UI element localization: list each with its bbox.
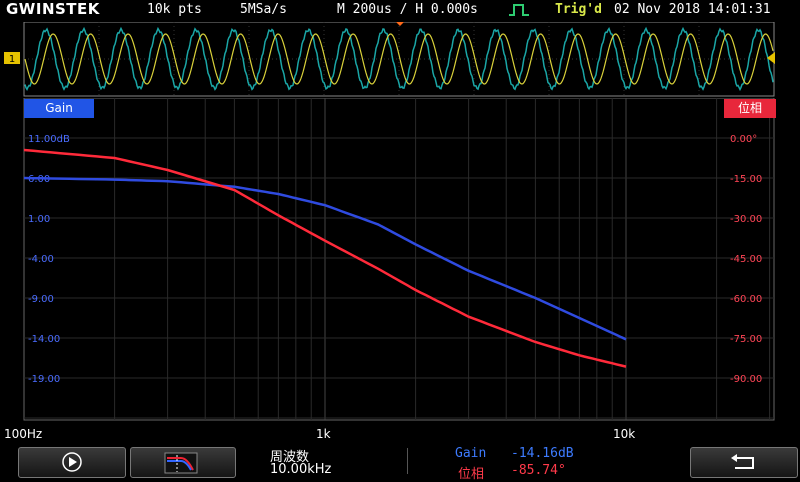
gain-measure-value: -14.16dB — [511, 446, 574, 461]
trigger-edge-icon — [508, 3, 530, 21]
waveform-display: 1 — [4, 22, 775, 97]
frequency-value[interactable]: 10.00kHz — [270, 462, 331, 477]
phase-tick-label: -15.00 — [730, 174, 762, 185]
phase-tick-label: -30.00 — [730, 214, 762, 225]
datetime: 02 Nov 2018 14:01:31 — [614, 2, 771, 17]
bottom-menu — [0, 440, 800, 480]
phase-tab[interactable]: 位相 — [724, 99, 776, 118]
plot-frame — [23, 98, 775, 421]
filter-response-button[interactable] — [130, 447, 236, 478]
lowpass-filter-icon — [164, 452, 198, 474]
phase-tick-label: -45.00 — [730, 254, 762, 265]
gain-tick-label: 1.00 — [28, 214, 50, 225]
play-icon — [62, 452, 82, 472]
phase-tick-label: -60.00 — [730, 294, 762, 305]
channel1-marker-label: 1 — [9, 54, 15, 65]
return-icon — [731, 454, 754, 469]
x-tick-100hz: 100Hz — [4, 427, 43, 441]
timebase-readout: M 200us / H 0.000s — [337, 2, 478, 17]
gain-tick-label: -4.00 — [28, 254, 54, 265]
status-bar: GWINSTEK 10k pts 5MSa/s M 200us / H 0.00… — [0, 0, 800, 20]
brand-logo: GWINSTEK — [6, 0, 100, 18]
phase-measure-label: 位相 — [458, 467, 485, 482]
divider — [407, 448, 408, 474]
phase-tick-label: -75.00 — [730, 334, 762, 345]
gain-tick-label: -14.00 — [28, 334, 60, 345]
phase-tick-label: -90.00 — [730, 374, 762, 385]
gain-tick-label: -19.00 — [28, 374, 60, 385]
record-length: 10k pts — [147, 2, 202, 17]
phase-measure-value: -85.74° — [511, 463, 566, 478]
run-button[interactable] — [18, 447, 126, 478]
gain-tick-label: -9.00 — [28, 294, 54, 305]
channel1-marker[interactable]: 1 — [4, 52, 20, 65]
bode-plot: 11.00dB6.001.00-4.00-9.00-14.00-19.00 0.… — [23, 98, 775, 421]
x-tick-1k: 1k — [316, 427, 331, 441]
x-tick-10k: 10k — [613, 427, 636, 441]
phase-tick-label: 0.00° — [730, 134, 757, 145]
back-button[interactable] — [690, 447, 798, 478]
sample-rate: 5MSa/s — [240, 2, 287, 17]
gain-tab[interactable]: Gain — [24, 99, 94, 118]
gain-measure-label: Gain — [455, 446, 487, 461]
gain-tick-label: 11.00dB — [28, 134, 70, 145]
trigger-status: Trig'd — [555, 2, 602, 17]
